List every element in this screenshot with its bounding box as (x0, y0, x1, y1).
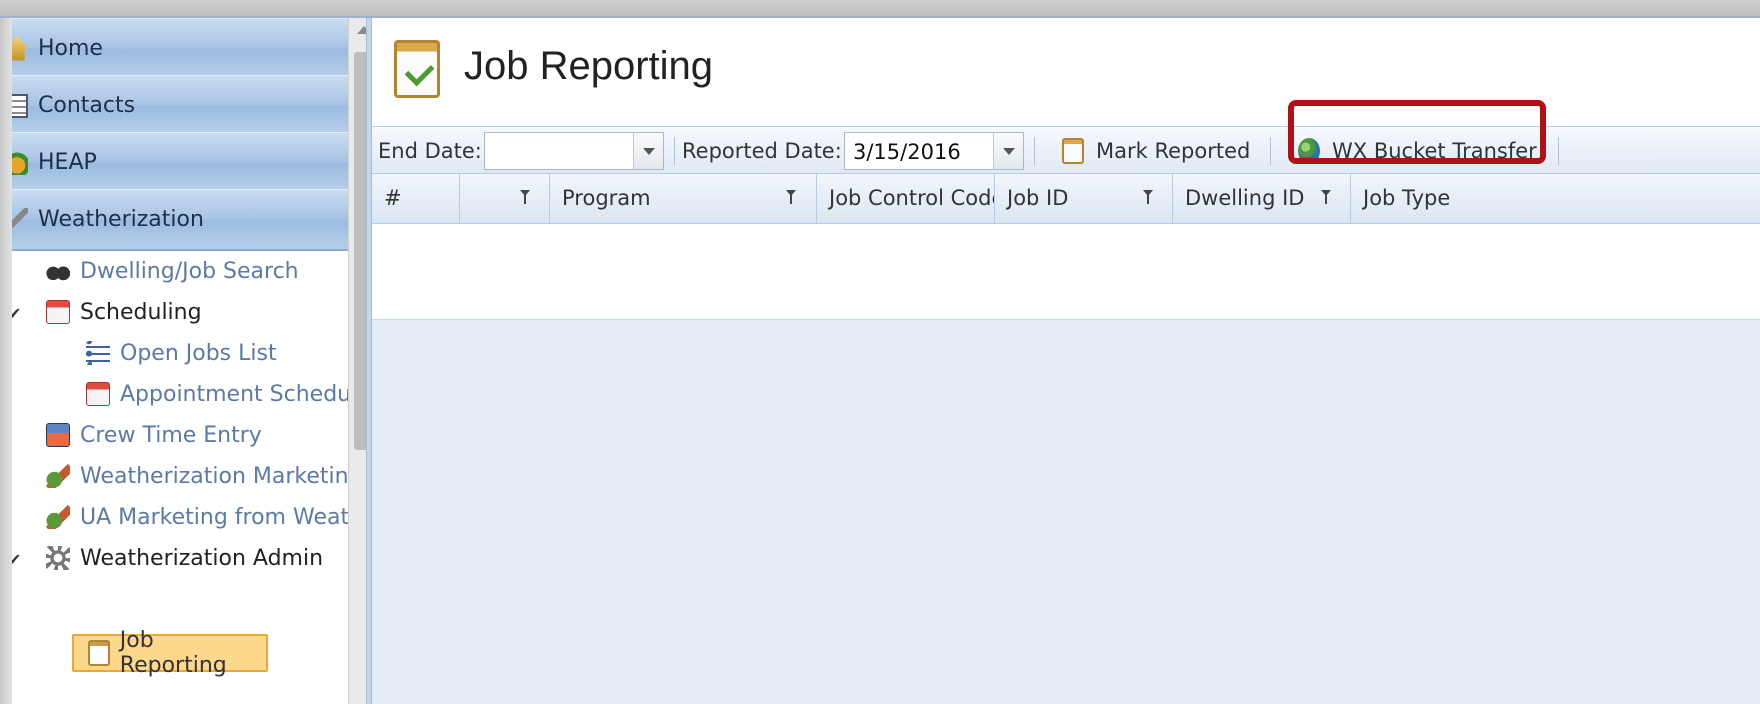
clipboard-check-icon (1062, 138, 1084, 164)
tree-item-label: Appointment Schedul (120, 381, 358, 407)
chevron-down-icon[interactable] (633, 133, 663, 169)
column-header-job-control-code[interactable]: Job Control Code (817, 174, 995, 223)
toolbar-separator (1034, 137, 1035, 165)
marketing-icon (46, 505, 70, 529)
column-header-dwelling-id[interactable]: Dwelling ID (1173, 174, 1351, 223)
tree-item-appointment-scheduling[interactable]: Appointment Schedul (86, 379, 357, 409)
accordion-heap-label: HEAP (38, 150, 97, 175)
expanded-check-icon[interactable]: ✔ (12, 550, 21, 569)
column-label: Job Type (1363, 186, 1451, 210)
tree-item-job-reporting[interactable]: Job Reporting (72, 628, 268, 678)
accordion-home-label: Home (38, 36, 103, 61)
filter-icon[interactable] (786, 190, 796, 204)
accordion-heap[interactable]: HEAP (12, 132, 377, 194)
wx-bucket-highlight-box (1288, 100, 1546, 164)
tree-item-weatherization-admin[interactable]: Weatherization Admin (46, 543, 323, 573)
binoculars-icon (46, 259, 70, 283)
tree-item-label: Job Reporting (119, 628, 227, 678)
column-header-job-id[interactable]: Job ID (995, 174, 1173, 223)
end-date-picker[interactable] (484, 132, 664, 170)
column-label: Job Control Code (829, 186, 995, 210)
column-header-program[interactable]: Program (550, 174, 817, 223)
grid-body (372, 224, 1760, 320)
tree-item-label: Crew Time Entry (80, 422, 262, 448)
contacts-icon (12, 93, 28, 118)
mark-reported-button[interactable]: Mark Reported (1062, 131, 1250, 171)
column-label: # (384, 186, 402, 210)
column-label: Program (562, 186, 651, 210)
clipboard-check-icon (88, 640, 110, 666)
calendar-icon (86, 382, 110, 406)
weatherization-icon (12, 207, 28, 232)
heap-icon (12, 150, 28, 175)
page-title: Job Reporting (464, 44, 714, 88)
toolbar-separator (1558, 137, 1559, 165)
window-top-strip (0, 0, 1760, 18)
reported-date-value[interactable]: 3/15/2016 (853, 140, 961, 164)
calendar-icon (46, 300, 70, 324)
end-date-label: End Date: (378, 139, 482, 163)
crew-time-icon (46, 423, 70, 447)
home-icon (12, 36, 28, 61)
list-icon (86, 341, 110, 365)
tree-item-crew-time-entry[interactable]: Crew Time Entry (46, 420, 262, 450)
column-header-job-type[interactable]: Job Type (1351, 174, 1760, 223)
gear-icon (46, 546, 70, 570)
filter-icon[interactable] (520, 190, 530, 204)
column-label: Job ID (1007, 186, 1069, 210)
tree-item-weatherization-marketing[interactable]: Weatherization Marketing (46, 461, 363, 491)
column-label: Dwelling ID (1185, 186, 1305, 210)
tree-item-label: Weatherization Admin (80, 545, 324, 571)
mark-reported-label: Mark Reported (1096, 139, 1251, 163)
column-header-number[interactable]: # (372, 174, 460, 223)
tree-item-dwelling-job-search[interactable]: Dwelling/Job Search (46, 256, 299, 286)
accordion-contacts-label: Contacts (38, 93, 136, 118)
window-left-edge (0, 18, 12, 704)
tree-item-label: Dwelling/Job Search (80, 258, 299, 284)
toolbar-separator (1270, 137, 1271, 165)
tree-item-label: UA Marketing from Weath (80, 504, 364, 530)
page-header: Job Reporting (372, 18, 1760, 126)
filter-icon[interactable] (1143, 190, 1153, 204)
accordion-contacts[interactable]: Contacts (12, 75, 377, 137)
toolbar-separator (674, 137, 675, 165)
tree-item-open-jobs-list[interactable]: Open Jobs List (86, 338, 277, 368)
expanded-check-icon[interactable]: ✔ (12, 304, 21, 323)
marketing-icon (46, 464, 70, 488)
column-header-filter[interactable] (460, 174, 550, 223)
accordion-weatherization-label: Weatherization (38, 207, 204, 232)
grid-header: # Program Job Control Code Job ID Dwelli… (372, 174, 1760, 224)
reported-date-picker[interactable]: 3/15/2016 (844, 132, 1024, 170)
toolbar: End Date: Reported Date: 3/15/2016 Mark … (372, 126, 1760, 174)
sidebar: Home Contacts HEAP Weatherization Dwelli… (12, 18, 377, 704)
chevron-down-icon[interactable] (993, 133, 1023, 169)
accordion-home[interactable]: Home (12, 18, 377, 80)
tree-item-label: Open Jobs List (120, 340, 277, 366)
accordion-weatherization[interactable]: Weatherization (12, 189, 377, 251)
clipboard-check-icon (394, 40, 440, 98)
tree-item-label: Scheduling (80, 299, 202, 325)
grid-empty-area (372, 320, 1760, 704)
tree-item-label: Weatherization Marketing (80, 463, 363, 489)
tree-item-scheduling[interactable]: Scheduling (46, 297, 202, 327)
tree-item-ua-marketing[interactable]: UA Marketing from Weath (46, 502, 363, 532)
filter-icon[interactable] (1321, 190, 1331, 204)
reported-date-label: Reported Date: (682, 139, 842, 163)
main-panel: Job Reporting End Date: Reported Date: 3… (372, 18, 1760, 704)
